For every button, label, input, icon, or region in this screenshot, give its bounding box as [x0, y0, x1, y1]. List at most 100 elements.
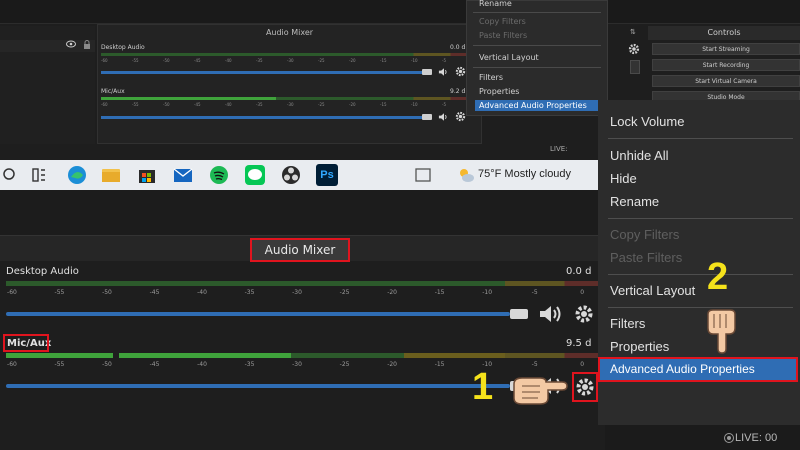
tick-label: -5 — [531, 289, 538, 296]
dock-sort-icon: ⇅ — [630, 28, 636, 36]
source-row[interactable] — [0, 40, 95, 52]
small-mic-ticks: -60-55-50-45-40-35-30-25-20-15-10-50 — [101, 102, 473, 107]
dock-gear-icon[interactable] — [628, 43, 640, 55]
tick-label: -30 — [292, 289, 302, 296]
menu-item-hide[interactable]: Hide — [610, 171, 637, 186]
menu-item-filters[interactable]: Filters — [610, 316, 645, 331]
spotify-icon[interactable] — [208, 164, 230, 186]
small-menu-vertical-layout[interactable]: Vertical Layout — [479, 53, 539, 62]
tick-label: -30 — [292, 361, 302, 368]
line-icon[interactable] — [244, 164, 266, 186]
small-mic-volume-slider[interactable] — [101, 116, 423, 119]
desktop-audio-label: Desktop Audio — [6, 266, 79, 277]
menu-item-rename[interactable]: Rename — [610, 194, 659, 209]
dock-title-strip — [0, 0, 800, 24]
file-explorer-icon[interactable] — [100, 164, 122, 186]
tick-label: -40 — [197, 289, 207, 296]
mic-aux-ticks: -60 -55 -50 -45 -40 -35 -30 -25 -20 -15 … — [6, 361, 600, 371]
mic-aux-volume-slider[interactable] — [6, 384, 510, 388]
small-mic-gear-icon[interactable] — [455, 111, 466, 122]
menu-item-advanced-audio-properties[interactable]: Advanced Audio Properties — [598, 357, 798, 382]
small-mic-slider-handle[interactable] — [422, 114, 432, 120]
store-icon[interactable] — [136, 164, 158, 186]
tick-label: -50 — [102, 361, 112, 368]
tick-label: -15 — [434, 289, 445, 296]
tray-icon[interactable] — [414, 166, 432, 184]
desktop-audio-value: 0.0 d — [566, 266, 592, 277]
lock-icon[interactable] — [83, 40, 91, 50]
small-mic-speaker-icon[interactable] — [438, 112, 450, 122]
pointing-hand-icon — [513, 377, 568, 405]
tick-label: -15 — [434, 361, 445, 368]
small-desktop-gear-icon[interactable] — [455, 66, 466, 77]
small-menu-separator — [473, 67, 601, 68]
gear-highlight-box — [572, 372, 598, 402]
tick-label: -55 — [54, 361, 65, 368]
weather-icon[interactable] — [456, 165, 476, 185]
small-desktop-speaker-icon[interactable] — [438, 67, 450, 77]
edge-icon[interactable] — [66, 164, 88, 186]
tick-label: 0 — [580, 289, 585, 296]
desktop-audio-volume-slider[interactable] — [6, 312, 510, 316]
desktop-audio-speaker-icon[interactable] — [538, 304, 564, 324]
tick-label: -20 — [387, 289, 397, 296]
menu-item-vertical-layout[interactable]: Vertical Layout — [610, 283, 695, 298]
small-live-status: LIVE: — [550, 145, 568, 153]
controls-title: Controls — [648, 26, 800, 40]
menu-item-paste-filters: Paste Filters — [610, 250, 683, 265]
tick-label: -25 — [339, 361, 350, 368]
small-menu-properties[interactable]: Properties — [479, 87, 519, 96]
small-mic-aux-label: Mic/Aux — [101, 88, 125, 95]
small-menu-filters[interactable]: Filters — [479, 73, 503, 82]
small-menu-separator — [473, 45, 601, 46]
menu-separator — [608, 274, 793, 275]
task-view-icon[interactable] — [30, 166, 48, 184]
menu-item-copy-filters: Copy Filters — [610, 227, 680, 242]
menu-separator — [608, 218, 793, 219]
small-menu-separator — [473, 12, 601, 13]
tick-label: -50 — [102, 289, 112, 296]
small-menu-paste-filters: Paste Filters — [479, 31, 528, 40]
small-menu-copy-filters: Copy Filters — [479, 17, 526, 26]
desktop-audio-slider-handle[interactable] — [510, 309, 528, 319]
tick-label: -45 — [149, 289, 160, 296]
small-desktop-audio-label: Desktop Audio — [101, 44, 145, 51]
small-desktop-audio-value: 0.0 d — [450, 44, 466, 51]
pointing-hand-icon — [707, 309, 736, 354]
tick-label: -35 — [244, 289, 255, 296]
photoshop-icon[interactable]: Ps — [316, 164, 338, 186]
dock-spinner[interactable] — [630, 60, 640, 74]
tick-label: -60 — [7, 361, 17, 368]
tick-label: -45 — [149, 361, 160, 368]
tick-label: -55 — [54, 289, 65, 296]
small-desktop-volume-slider[interactable] — [101, 71, 423, 74]
menu-item-lock-volume[interactable]: Lock Volume — [610, 114, 684, 129]
start-recording-button[interactable]: Start Recording — [652, 59, 800, 71]
tick-label: -35 — [244, 361, 255, 368]
small-desktop-slider-handle[interactable] — [422, 69, 432, 75]
search-icon[interactable] — [2, 167, 18, 183]
weather-text[interactable]: 75°F Mostly cloudy — [478, 168, 571, 180]
obs-icon[interactable] — [280, 164, 302, 186]
menu-item-unhide-all[interactable]: Unhide All — [610, 148, 669, 163]
eye-icon[interactable] — [66, 40, 76, 48]
menu-item-properties[interactable]: Properties — [610, 339, 669, 354]
audio-mixer-panel — [0, 235, 605, 450]
small-mic-meter — [101, 97, 473, 100]
small-audio-mixer: Audio Mixer Desktop Audio 0.0 d -60 -55 -5… — [97, 24, 482, 144]
desktop-audio-meter — [6, 281, 600, 286]
start-virtual-camera-button[interactable]: Start Virtual Camera — [652, 75, 800, 87]
mail-icon[interactable] — [172, 164, 194, 186]
tick-label: -60 — [7, 289, 17, 296]
small-menu-rename[interactable]: Rename — [479, 0, 512, 8]
desktop-audio-gear-icon[interactable] — [574, 304, 594, 324]
menu-separator — [608, 307, 793, 308]
tick-label: -40 — [197, 361, 207, 368]
step-2-number: 2 — [707, 256, 729, 298]
tick-label: -20 — [387, 361, 397, 368]
tick-label: 0 — [580, 361, 585, 368]
small-menu-advanced-audio-properties[interactable]: Advanced Audio Properties — [479, 101, 587, 110]
mic-aux-highlight-box — [3, 334, 49, 352]
small-mic-aux-value: 9.2 d — [450, 88, 466, 95]
start-streaming-button[interactable]: Start Streaming — [652, 43, 800, 55]
